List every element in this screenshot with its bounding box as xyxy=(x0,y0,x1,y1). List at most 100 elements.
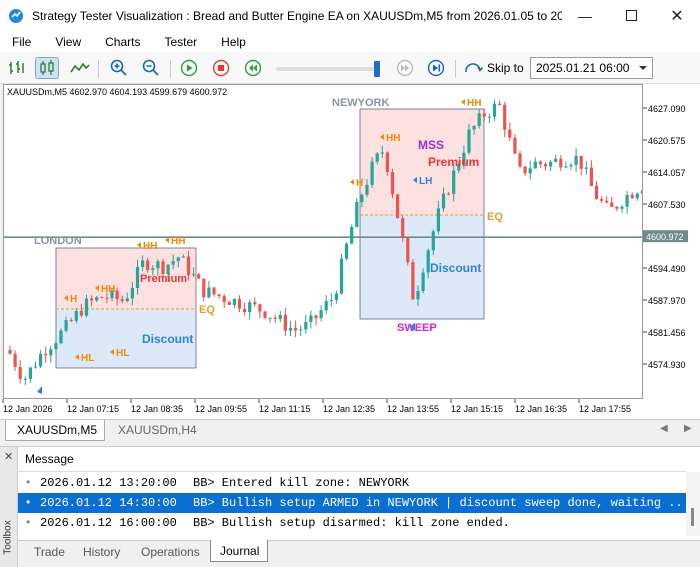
candle-body xyxy=(100,297,104,299)
tab-journal[interactable]: Journal xyxy=(210,540,268,562)
candle-body xyxy=(370,161,374,185)
candle-body xyxy=(151,268,155,270)
message-row[interactable]: • 2026.01.12 16:00:00 BB> Bullish setup di… xyxy=(18,513,686,533)
time-tick-label: 12 Jan 12:35 xyxy=(323,404,375,414)
candle-body xyxy=(54,343,58,350)
symbol-info: XAUUSDm,M5 4602.970 4604.193 4599.679 46… xyxy=(7,87,228,97)
candle-body xyxy=(441,193,446,209)
toolbox-side-label: Toolbox xyxy=(2,520,14,555)
time-scale[interactable]: 12 Jan 2026 12 Jan 07:15 12 Jan 08:35 12 Ja… xyxy=(0,399,700,419)
zoom-out-icon[interactable] xyxy=(139,57,163,79)
candle-body xyxy=(125,298,129,302)
candle-body xyxy=(477,113,481,126)
minimize-button[interactable]: — xyxy=(562,0,608,31)
toolbar: Skip to 2025.01.21 06:00 xyxy=(0,52,700,84)
swing-label-lh: LH xyxy=(419,176,432,187)
candle-body xyxy=(319,310,323,319)
candle-body xyxy=(324,301,328,311)
london-discount-label: Discount xyxy=(142,332,193,346)
candle-body xyxy=(492,103,497,117)
speed-slider-handle[interactable] xyxy=(374,61,380,77)
message-list: • 2026.01.12 13:20:00 BB> Entered kill zon… xyxy=(18,472,686,536)
vertical-scrollbar[interactable] xyxy=(686,472,700,536)
speed-slider[interactable] xyxy=(276,61,380,77)
candle-body xyxy=(528,168,532,174)
candle-body xyxy=(620,206,624,209)
candle-body xyxy=(401,218,405,238)
price-tick-label: 4627.090 xyxy=(648,104,686,114)
candle-body xyxy=(579,155,583,169)
scrollbar-thumb[interactable] xyxy=(691,508,694,526)
candle-body xyxy=(350,226,354,244)
skip-to-end-icon[interactable] xyxy=(424,57,448,79)
time-tick-label: 12 Jan 07:15 xyxy=(67,404,119,414)
time-tick-label: 12 Jan 11:15 xyxy=(259,404,310,414)
candle-body xyxy=(197,274,201,279)
candle-body xyxy=(503,104,507,130)
skip-to-icon[interactable] xyxy=(461,57,485,79)
tab-history[interactable]: History xyxy=(83,545,120,559)
step-forward-icon[interactable] xyxy=(393,57,417,79)
candle-body xyxy=(518,153,522,167)
candle-body xyxy=(508,129,512,138)
menu-tester[interactable]: Tester xyxy=(152,35,209,49)
app-icon xyxy=(8,8,24,24)
play-icon[interactable] xyxy=(177,57,201,79)
tab-operations[interactable]: Operations xyxy=(141,545,200,559)
message-time: 2026.01.12 16:00:00 xyxy=(40,516,177,530)
candle-body xyxy=(227,301,231,306)
candle-body xyxy=(33,366,38,368)
candle-body xyxy=(294,328,298,331)
swing-label-hh: HH xyxy=(101,284,115,295)
candle-body xyxy=(594,185,599,200)
tab-xauusdm-h4[interactable]: XAUUSDm,H4 xyxy=(118,423,197,437)
price-tick-label: 4587.970 xyxy=(648,296,686,306)
candle-body xyxy=(181,256,185,258)
rewind-icon[interactable] xyxy=(241,57,265,79)
price-chart[interactable]: LONDON Premium Discount EQ NEWYORK MSS Premium… xyxy=(3,84,643,399)
swing-label-hh: HH xyxy=(467,98,481,109)
candle-body xyxy=(569,165,573,167)
candle-body xyxy=(498,103,502,105)
candle-body xyxy=(64,320,68,331)
stop-icon[interactable] xyxy=(209,57,233,79)
toolbox-close-icon[interactable]: ✕ xyxy=(4,450,13,463)
candle-body xyxy=(447,193,451,195)
bar-chart-icon[interactable] xyxy=(5,57,29,79)
tabs-scroll-right-icon[interactable]: ▶ xyxy=(684,423,692,434)
menu-charts[interactable]: Charts xyxy=(93,35,152,49)
tabs-scroll-left-icon[interactable]: ◀ xyxy=(660,423,668,434)
tab-trade[interactable]: Trade xyxy=(34,545,65,559)
calendar-dropdown-icon[interactable] xyxy=(636,61,650,75)
price-scale[interactable]: 4627.090 4620.575 4614.057 4607.530 4594.490… xyxy=(643,84,700,399)
candle-body xyxy=(355,201,359,227)
close-button[interactable]: ✕ xyxy=(654,0,700,31)
candle-body xyxy=(431,231,435,251)
candle-body xyxy=(49,349,53,356)
menu-help[interactable]: Help xyxy=(209,35,258,49)
line-chart-icon[interactable] xyxy=(68,57,92,79)
candle-body xyxy=(268,317,272,319)
candle-body xyxy=(436,208,440,232)
message-text: BB> Bullish setup ARMED in NEWYORK | dis… xyxy=(193,496,683,510)
message-bullet-icon: • xyxy=(26,495,31,509)
tab-xauusdm-m5[interactable]: XAUUSDm,M5 xyxy=(5,420,105,441)
candlestick-icon[interactable] xyxy=(35,57,59,79)
zoom-in-icon[interactable] xyxy=(107,57,131,79)
maximize-button[interactable] xyxy=(608,0,654,31)
swing-marker-icon xyxy=(461,99,465,105)
message-row[interactable]: • 2026.01.12 14:30:00 BB> Bullish setup AR… xyxy=(18,493,686,513)
newyork-eq-label: EQ xyxy=(487,211,503,223)
low-marker-icon xyxy=(37,386,42,394)
menu-file[interactable]: File xyxy=(0,35,43,49)
message-time: 2026.01.12 14:30:00 xyxy=(40,496,177,510)
message-column-header[interactable]: Message xyxy=(25,452,74,466)
candle-body xyxy=(217,294,221,297)
candle-body xyxy=(84,298,89,316)
message-row[interactable]: • 2026.01.12 13:20:00 BB> Entered kill zon… xyxy=(18,473,686,493)
candle-body xyxy=(278,314,282,319)
menu-view[interactable]: View xyxy=(43,35,93,49)
candle-body xyxy=(406,237,410,263)
skip-to-datetime-input[interactable]: 2025.01.21 06:00 xyxy=(530,57,653,79)
candle-body xyxy=(339,258,344,294)
